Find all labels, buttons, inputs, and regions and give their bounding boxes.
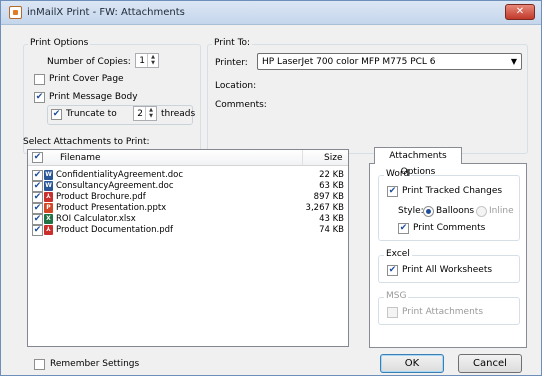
file-size: 897 KB (313, 192, 344, 202)
remember-settings-checkbox[interactable] (34, 359, 45, 370)
file-name: Product Documentation.pdf (56, 225, 173, 235)
file-size: 22 KB (319, 170, 344, 180)
copies-stepper-arrows[interactable]: ▲ ▼ (147, 54, 158, 67)
excel-label: Excel (384, 249, 412, 259)
truncate-label: Truncate to (66, 109, 117, 119)
threads-label: threads (161, 109, 196, 119)
print-comments-label: Print Comments (413, 223, 486, 233)
file-size: 74 KB (319, 225, 344, 235)
print-to-label: Print To: (212, 38, 253, 48)
balloons-radio[interactable] (423, 206, 434, 217)
file-size: 63 KB (319, 181, 344, 191)
inmailx-app-icon (9, 6, 22, 19)
inline-label: Inline (489, 206, 514, 216)
attachments-list[interactable]: ✔ Filename Size ✔ W ConfidentialityAgreeme… (27, 149, 349, 347)
all-worksheets-label: Print All Worksheets (402, 265, 493, 275)
chevron-down-icon[interactable]: ▼ (148, 60, 158, 66)
window-title: inMailX Print - FW: Attachments (27, 7, 185, 18)
printer-label: Printer: (215, 58, 248, 68)
balloons-label: Balloons (436, 206, 475, 216)
file-name: ConfidentialityAgreement.doc (56, 170, 184, 180)
row-checkbox[interactable]: ✔ (32, 170, 43, 181)
tab-attachments-options[interactable]: Attachments Options (374, 147, 462, 177)
file-name: Product Presentation.pptx (56, 203, 167, 213)
chevron-down-icon[interactable]: ▼ (146, 113, 156, 119)
msg-attachments-label: Print Attachments (402, 307, 484, 317)
tracked-changes-label: Print Tracked Changes (402, 186, 503, 196)
select-all-checkbox[interactable]: ✔ (32, 152, 43, 163)
copies-label: Number of Copies: (47, 57, 131, 67)
chevron-down-icon[interactable]: ▼ (511, 57, 517, 66)
copies-stepper[interactable]: 1 ▲ ▼ (135, 53, 159, 68)
excel-icon: X (44, 214, 53, 224)
print-comments-checkbox[interactable]: ✔ (398, 223, 409, 234)
column-header-filename[interactable]: Filename (60, 153, 101, 163)
row-checkbox[interactable]: ✔ (32, 225, 43, 236)
pdf-icon: ⅄ (44, 225, 53, 235)
file-size: 43 KB (319, 214, 344, 224)
truncate-stepper-arrows[interactable]: ▲ ▼ (145, 107, 156, 120)
truncate-checkbox[interactable]: ✔ (51, 109, 62, 120)
file-size: 3,267 KB (305, 203, 344, 213)
table-row[interactable]: ✔ X ROI Calculator.xlsx 43 KB (28, 214, 348, 225)
copies-value: 1 (139, 56, 145, 66)
table-row[interactable]: ✔ ⅄ Product Brochure.pdf 897 KB (28, 192, 348, 203)
row-checkbox[interactable]: ✔ (32, 214, 43, 225)
print-options-label: Print Options (28, 38, 91, 48)
close-button[interactable]: ✕ (505, 4, 535, 20)
all-worksheets-checkbox[interactable]: ✔ (387, 265, 398, 276)
style-label: Style: (398, 206, 424, 216)
column-divider[interactable] (302, 150, 303, 165)
pdf-icon: ⅄ (44, 192, 53, 202)
file-name: Product Brochure.pdf (56, 192, 146, 202)
msg-label: MSG (384, 291, 409, 301)
cover-page-checkbox[interactable] (34, 74, 45, 85)
remember-settings-label: Remember Settings (50, 359, 140, 369)
row-checkbox[interactable]: ✔ (32, 203, 43, 214)
table-row[interactable]: ✔ W ConsultancyAgreement.doc 63 KB (28, 181, 348, 192)
printer-value: HP LaserJet 700 color MFP M775 PCL 6 (262, 57, 436, 67)
table-row[interactable]: ✔ P Product Presentation.pptx 3,267 KB (28, 203, 348, 214)
truncate-stepper[interactable]: 2 ▲ ▼ (133, 106, 157, 121)
message-body-checkbox[interactable]: ✔ (34, 92, 45, 103)
tracked-changes-checkbox[interactable]: ✔ (387, 186, 398, 197)
row-checkbox[interactable]: ✔ (32, 192, 43, 203)
word-doc-icon: W (44, 181, 53, 191)
attachments-section-label: Select Attachments to Print: (23, 137, 150, 147)
list-header: ✔ Filename Size (28, 150, 348, 166)
title-bar[interactable]: inMailX Print - FW: Attachments ✕ (1, 1, 541, 25)
print-dialog: inMailX Print - FW: Attachments ✕ Print … (0, 0, 542, 376)
inline-radio[interactable] (476, 206, 487, 217)
msg-attachments-checkbox[interactable] (387, 307, 398, 318)
comments-label: Comments: (215, 100, 267, 110)
column-header-size[interactable]: Size (324, 153, 342, 163)
table-row[interactable]: ✔ ⅄ Product Documentation.pdf 74 KB (28, 225, 348, 236)
word-doc-icon: W (44, 170, 53, 180)
cancel-button[interactable]: Cancel (458, 354, 522, 373)
file-name: ConsultancyAgreement.doc (56, 181, 174, 191)
message-body-label: Print Message Body (49, 92, 138, 102)
ok-button[interactable]: OK (380, 354, 444, 373)
row-checkbox[interactable]: ✔ (32, 181, 43, 192)
table-row[interactable]: ✔ W ConfidentialityAgreement.doc 22 KB (28, 170, 348, 181)
file-name: ROI Calculator.xlsx (56, 214, 136, 224)
powerpoint-icon: P (44, 203, 53, 213)
printer-select[interactable]: HP LaserJet 700 color MFP M775 PCL 6 ▼ (257, 53, 522, 70)
truncate-value: 2 (137, 109, 143, 119)
cover-page-label: Print Cover Page (49, 74, 124, 84)
location-label: Location: (215, 81, 257, 91)
